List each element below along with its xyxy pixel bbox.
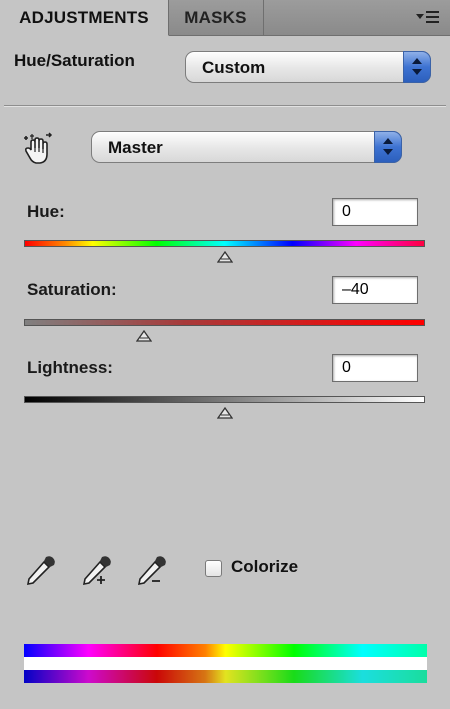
preset-dropdown[interactable]: Custom (185, 51, 431, 83)
saturation-field[interactable] (332, 276, 418, 304)
lightness-slider-track[interactable] (24, 396, 425, 403)
hue-slider-thumb[interactable] (216, 251, 233, 263)
preset-value: Custom (202, 58, 266, 77)
lightness-label: Lightness: (27, 358, 113, 377)
saturation-slider-track[interactable] (24, 319, 425, 326)
saturation-slider-thumb[interactable] (136, 330, 153, 342)
tab-adjustments[interactable]: ADJUSTMENTS (0, 0, 169, 36)
tab-masks[interactable]: MASKS (168, 0, 264, 35)
hue-field[interactable] (332, 198, 418, 226)
hand-target-icon[interactable] (22, 132, 58, 166)
eyedropper-plus-icon[interactable] (78, 553, 114, 589)
channel-dropdown[interactable]: Master (91, 131, 402, 163)
channel-stepper-icon (374, 131, 402, 163)
panel-tab-bar: ADJUSTMENTS MASKS (0, 0, 450, 36)
panel-menu-icon[interactable] (416, 8, 440, 26)
section-divider (4, 105, 446, 107)
eyedropper-icon[interactable] (22, 553, 58, 589)
eyedropper-minus-icon[interactable] (133, 553, 169, 589)
output-color-spectrum (24, 670, 427, 683)
adjustment-title: Hue/Saturation (14, 51, 135, 70)
spectrum-range-area (24, 657, 427, 670)
colorize-label: Colorize (231, 557, 299, 576)
colorize-checkbox[interactable] (205, 560, 222, 577)
hue-slider-track[interactable] (24, 240, 425, 247)
hue-label: Hue: (27, 202, 65, 221)
input-color-spectrum (24, 644, 427, 657)
lightness-field[interactable] (332, 354, 418, 382)
channel-value: Master (108, 138, 163, 157)
saturation-label: Saturation: (27, 280, 117, 299)
lightness-slider-thumb[interactable] (216, 407, 233, 419)
preset-stepper-icon (403, 51, 431, 83)
